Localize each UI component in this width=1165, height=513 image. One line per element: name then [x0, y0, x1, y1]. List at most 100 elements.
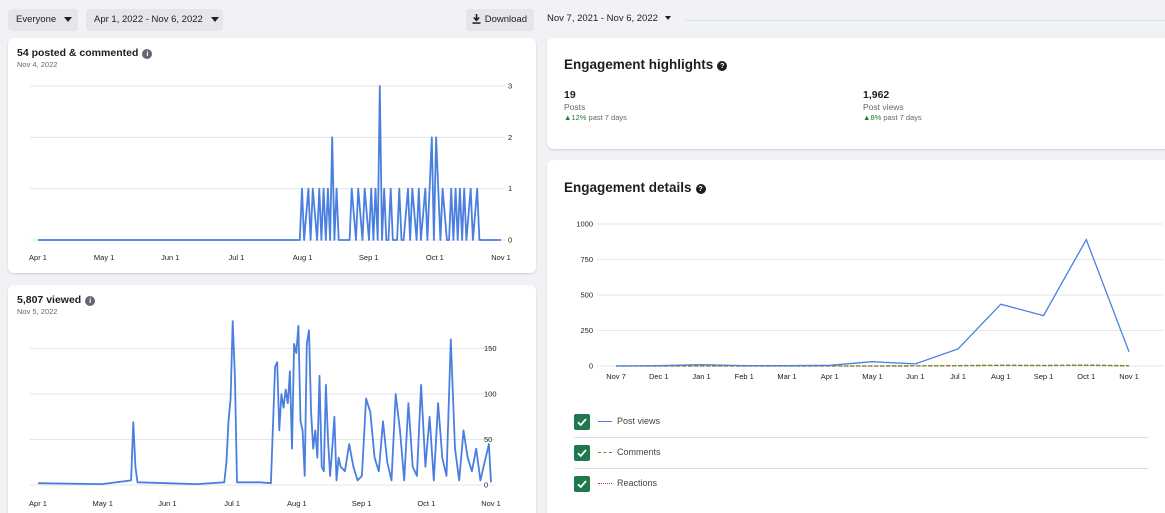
metric-value: 19 [564, 89, 576, 101]
x-tick-label: Jun 1 [906, 372, 924, 381]
change-value: 8% [870, 113, 882, 122]
chevron-down-icon [210, 16, 219, 22]
check-icon [577, 418, 587, 427]
legend-label: Comments [617, 447, 661, 457]
divider [685, 20, 1165, 21]
series-line [37, 320, 492, 486]
check-icon [577, 449, 587, 458]
x-tick-label: Feb 1 [735, 372, 754, 381]
x-tick-label: Jan 1 [692, 372, 710, 381]
checkbox[interactable] [574, 445, 590, 461]
metric-change: ▲8% past 7 days [863, 113, 922, 122]
series-line [38, 85, 501, 241]
legend-item-comments[interactable]: Comments [564, 441, 1148, 469]
viewed-chart: 0 50 100 150 Apr 1 May 1 Jun 1 Jul 1 Aug 1 Sep 1 O… [29, 320, 501, 508]
y-tick-label: 3 [508, 82, 512, 91]
x-tick-label: Aug 1 [293, 253, 313, 262]
x-tick-label: Jul 1 [950, 372, 966, 381]
x-tick-label: Jun 1 [161, 253, 179, 262]
x-tick-label: Jun 1 [158, 499, 176, 508]
date-range-label: Apr 1, 2022 - Nov 6, 2022 [94, 14, 203, 25]
legend-swatch [598, 483, 612, 484]
legend-swatch [598, 421, 612, 422]
x-tick-label: May 1 [92, 499, 112, 508]
audience-dropdown[interactable]: Everyone [8, 9, 78, 31]
left-panel: Everyone Apr 1, 2022 - Nov 6, 2022 Downl… [0, 0, 539, 513]
download-button[interactable]: Download [465, 9, 534, 31]
x-tick-label: Mar 1 [777, 372, 796, 381]
highlights-title: Engagement highlights? [564, 57, 728, 72]
metric-change: ▲12% past 7 days [564, 113, 627, 122]
metric-post-views: 1,962 Post views ▲8% past 7 days [863, 89, 922, 122]
series-line [615, 238, 1130, 367]
change-text: past 7 days [883, 113, 922, 122]
y-tick-label: 250 [580, 326, 593, 335]
x-tick-label: Jul 1 [229, 253, 245, 262]
change-text: past 7 days [588, 113, 627, 122]
x-tick-label: Nov 1 [1119, 372, 1139, 381]
x-tick-label: Oct 1 [426, 253, 444, 262]
check-icon [577, 480, 587, 489]
y-tick-label: 150 [484, 344, 497, 353]
metric-label: Posts [564, 102, 586, 112]
x-tick-label: Nov 1 [481, 499, 501, 508]
y-tick-label: 750 [580, 255, 593, 264]
x-tick-label: Oct 1 [417, 499, 435, 508]
divider [574, 468, 1148, 469]
x-tick-label: Sep 1 [352, 499, 372, 508]
y-tick-label: 0 [508, 236, 512, 245]
y-tick-label: 0 [589, 362, 593, 371]
y-tick-label: 2 [508, 133, 512, 142]
legend-label: Reactions [617, 478, 658, 488]
highlights-title-text: Engagement highlights [564, 57, 714, 72]
x-tick-label: Apr 1 [29, 253, 47, 262]
x-tick-label: Sep 1 [1034, 372, 1054, 381]
legend-item-reactions[interactable]: Reactions [564, 472, 1148, 496]
audience-dropdown-label: Everyone [16, 14, 57, 25]
date-range-label: Nov 7, 2021 - Nov 6, 2022 [547, 13, 658, 24]
x-tick-label: May 1 [94, 253, 114, 262]
metric-label: Post views [863, 102, 904, 112]
y-tick-label: 1000 [576, 220, 593, 229]
viewed-card: 5,807 viewed i Nov 5, 2022 0 50 100 150 Apr 1… [8, 285, 536, 513]
metric-value: 1,962 [863, 89, 890, 101]
legend-item-post-views[interactable]: Post views [564, 410, 1148, 438]
date-range-dropdown[interactable]: Apr 1, 2022 - Nov 6, 2022 [86, 9, 223, 31]
metric-posts: 19 Posts ▲12% past 7 days [564, 89, 627, 122]
x-tick-label: Dec 1 [649, 372, 669, 381]
y-tick-label: 0 [484, 481, 488, 490]
engagement-details-card: Engagement details? 0 250 500 750 1000 Nov 7D… [547, 160, 1165, 513]
change-value: 12% [571, 113, 587, 122]
filter-toolbar: Everyone Apr 1, 2022 - Nov 6, 2022 Downl… [8, 9, 534, 31]
legend-swatch [598, 452, 612, 453]
download-label: Download [484, 14, 527, 25]
x-tick-label: Nov 7 [606, 372, 626, 381]
x-tick-label: Oct 1 [1077, 372, 1095, 381]
y-tick-label: 100 [484, 390, 497, 399]
y-tick-label: 1 [508, 184, 512, 193]
y-tick-label: 50 [484, 435, 492, 444]
download-icon [472, 14, 481, 24]
x-tick-label: Sep 1 [359, 253, 379, 262]
right-panel: Nov 7, 2021 - Nov 6, 2022 Engagement hig… [539, 0, 1165, 513]
date-range-dropdown[interactable]: Nov 7, 2021 - Nov 6, 2022 [547, 13, 671, 24]
x-tick-label: Nov 1 [491, 253, 511, 262]
engagement-highlights-card: Engagement highlights? 19 Posts ▲12% pas… [547, 38, 1165, 149]
x-tick-label: Aug 1 [991, 372, 1011, 381]
x-tick-label: Jul 1 [224, 499, 240, 508]
posted-commented-chart: 0 1 2 3 Apr 1 May 1 Jun 1 Jul 1 Aug 1 Sep 1 Oct 1 N… [29, 82, 512, 263]
checkbox[interactable] [574, 414, 590, 430]
chevron-down-icon [664, 16, 671, 21]
divider [574, 437, 1148, 438]
x-tick-label: Apr 1 [29, 499, 47, 508]
engagement-details-chart: 0 250 500 750 1000 Nov 7 Dec 1 Jan 1 Feb 1 Mar 1 A… [576, 220, 1163, 381]
legend-label: Post views [617, 416, 661, 426]
x-tick-label: May 1 [862, 372, 882, 381]
posted-commented-card: 54 posted & commented i Nov 4, 2022 0123A… [8, 38, 536, 273]
x-tick-label: Apr 1 [821, 372, 839, 381]
x-tick-label: Aug 1 [287, 499, 307, 508]
checkbox[interactable] [574, 476, 590, 492]
help-icon[interactable]: ? [717, 61, 728, 71]
chevron-down-icon [64, 16, 73, 22]
y-tick-label: 500 [580, 291, 593, 300]
